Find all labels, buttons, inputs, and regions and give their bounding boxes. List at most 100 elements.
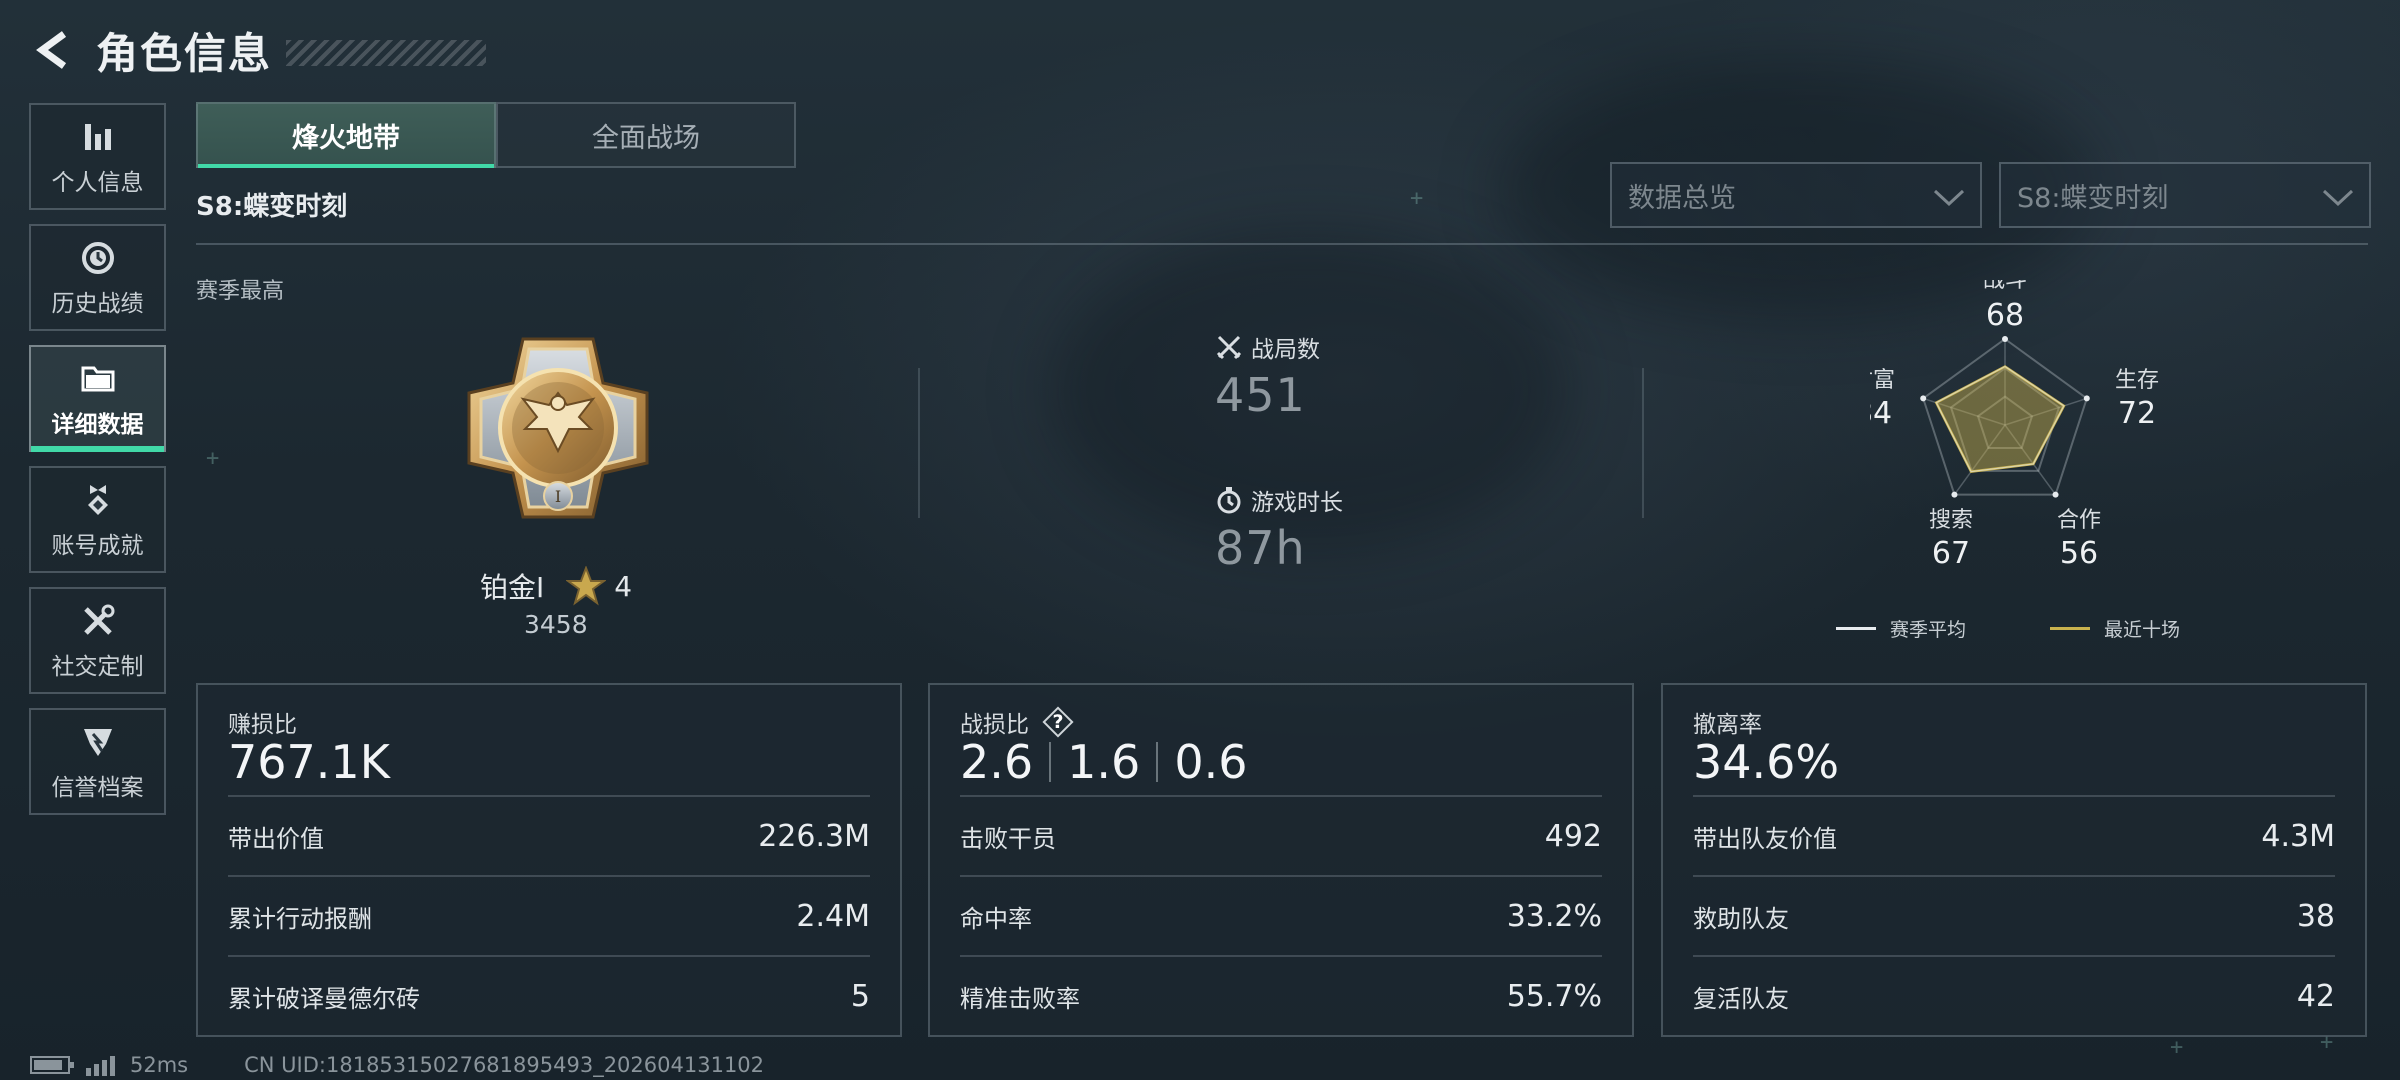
sidebar-item-label: 社交定制 (51, 653, 144, 680)
tab-full-battlefield[interactable]: 全面战场 (496, 102, 796, 168)
sidebar-item-social[interactable]: 社交定制 (29, 587, 166, 694)
radar-legend: 赛季平均 最近十场 (1836, 615, 2180, 642)
radar-vertex-dot (2052, 491, 2059, 498)
crossed-swords-icon (1216, 335, 1242, 360)
radar-vertex-dot (1920, 395, 1927, 402)
card-main-value: 767.1K (228, 735, 390, 789)
page-title: 角色信息 (96, 28, 273, 78)
grid-marker: + (1410, 186, 1424, 211)
grid-marker: + (206, 446, 220, 471)
row-value: 5 (850, 978, 870, 1014)
radar-axis-label: 搜索 (1929, 508, 1973, 533)
kd-ratios: 2.6 1.6 0.6 (960, 735, 1247, 789)
tools-icon (78, 601, 118, 641)
playtime-stat: 游戏时长 87h (1215, 483, 1343, 575)
radar-recent-ten-area (1934, 365, 2066, 473)
user-uid: CN UID:18185315027681895493_202604131102 (244, 1053, 765, 1077)
radar-axis-label: 生存 (2115, 368, 2159, 393)
card-row: 击败干员 492 (960, 795, 1602, 875)
extraction-card: 撤离率 34.6% 带出队友价值 4.3M 救助队友 38 复活队友 42 (1661, 683, 2367, 1037)
radar-axis-value: 72 (2118, 396, 2156, 431)
battery-icon (30, 1056, 74, 1074)
sidebar-item-label: 信誉档案 (51, 774, 144, 801)
row-label: 命中率 (960, 904, 1032, 933)
data-type-dropdown[interactable]: 数据总览 (1610, 162, 1982, 228)
bar-chart-icon (78, 117, 118, 157)
radar-axis-value: 68 (1986, 298, 2024, 333)
dropdown-value: S8:蝶变时刻 (2017, 182, 2169, 214)
column-divider (1642, 368, 1644, 518)
row-label: 救助队友 (1693, 904, 1789, 933)
rank-medal-icon: I (467, 337, 649, 519)
row-label: 累计行动报酬 (228, 904, 372, 933)
sidebar-item-label: 详细数据 (51, 411, 144, 438)
chevron-down-icon (2322, 189, 2354, 207)
radar-axis-value: 56 (2060, 536, 2098, 571)
row-value: 492 (1544, 818, 1602, 854)
stat-label: 战局数 (1251, 337, 1320, 363)
svg-text:I: I (555, 487, 561, 506)
sidebar-item-history[interactable]: 历史战绩 (29, 224, 166, 331)
ability-radar-chart: 战斗 68 生存 72 合作 56 搜索 67 财富 84 (1870, 280, 2159, 571)
badge-icon (78, 480, 118, 520)
row-label: 复活队友 (1693, 984, 1789, 1013)
row-value: 33.2% (1506, 898, 1602, 934)
back-arrow-icon (36, 31, 67, 69)
section-label: 赛季最高 (196, 279, 285, 304)
ratio-value: 0.6 (1174, 735, 1248, 789)
row-label: 累计破译曼德尔砖 (228, 984, 420, 1013)
card-row: 累计行动报酬 2.4M (228, 875, 870, 955)
radar-axis-label: 战斗 (1983, 280, 2027, 293)
back-button[interactable] (30, 20, 74, 80)
page-header: 角色信息 (30, 20, 487, 80)
card-row: 命中率 33.2% (960, 875, 1602, 955)
row-value: 2.4M (796, 898, 870, 934)
row-value: 226.3M (758, 818, 870, 854)
column-divider (918, 368, 920, 518)
radar-vertex-dot (1951, 491, 1958, 498)
legend-swatch-recent-ten (2050, 627, 2091, 630)
legend-label: 最近十场 (2104, 619, 2181, 641)
row-value: 42 (2296, 978, 2335, 1014)
radar-vertex-dot (2083, 395, 2090, 402)
sidebar-item-detailed-data[interactable]: 详细数据 (29, 345, 166, 452)
card-row: 救助队友 38 (1693, 875, 2335, 955)
ratio-value: 2.6 (960, 735, 1034, 789)
card-row: 精准击败率 55.7% (960, 955, 1602, 1035)
radar-axis-value: 67 (1932, 536, 1970, 571)
row-label: 带出队友价值 (1693, 824, 1837, 853)
folder-icon (78, 359, 118, 399)
legend-swatch-season-avg (1836, 627, 1876, 630)
chevron-down-icon (1933, 189, 1965, 207)
rank-points: 3458 (524, 610, 588, 639)
help-button[interactable]: ? (1042, 706, 1074, 738)
question-icon: ? (1052, 711, 1064, 733)
grid-marker: + (2170, 1035, 2184, 1060)
shield-emblem-icon (78, 722, 118, 762)
rank-name: 铂金Ⅰ (480, 571, 545, 604)
sidebar-item-achievements[interactable]: 账号成就 (29, 466, 166, 573)
tab-haavk-zone[interactable]: 烽火地带 (196, 102, 496, 168)
radar-axis-value: 84 (1870, 396, 1892, 431)
sidebar-item-reputation[interactable]: 信誉档案 (29, 708, 166, 815)
legend-label: 赛季平均 (1890, 619, 1967, 641)
stat-value: 451 (1215, 368, 1306, 422)
radar-vertex-dot (2002, 336, 2008, 342)
card-row: 复活队友 42 (1693, 955, 2335, 1035)
title-decoration (286, 40, 487, 66)
radar-axis-label: 财富 (1870, 368, 1895, 393)
dropdown-value: 数据总览 (1628, 182, 1736, 214)
row-label: 精准击败率 (960, 984, 1080, 1013)
sidebar-item-personal-info[interactable]: 个人信息 (29, 103, 166, 210)
season-dropdown[interactable]: S8:蝶变时刻 (1999, 162, 2371, 228)
signal-icon (86, 1054, 118, 1076)
row-label: 带出价值 (228, 824, 324, 853)
combat-card: 战损比 ? 2.6 1.6 0.6 击败干员 492 命中率 33.2% 精准击… (928, 683, 1634, 1037)
row-value: 55.7% (1506, 978, 1602, 1014)
row-value: 4.3M (2261, 818, 2335, 854)
status-footer: 52ms CN UID:18185315027681895493_2026041… (30, 1052, 764, 1078)
card-title: 撤离率 (1693, 712, 1762, 738)
sidebar-item-label: 个人信息 (51, 169, 144, 196)
matches-stat: 战局数 451 (1215, 330, 1320, 422)
card-title: 赚损比 (228, 712, 297, 738)
